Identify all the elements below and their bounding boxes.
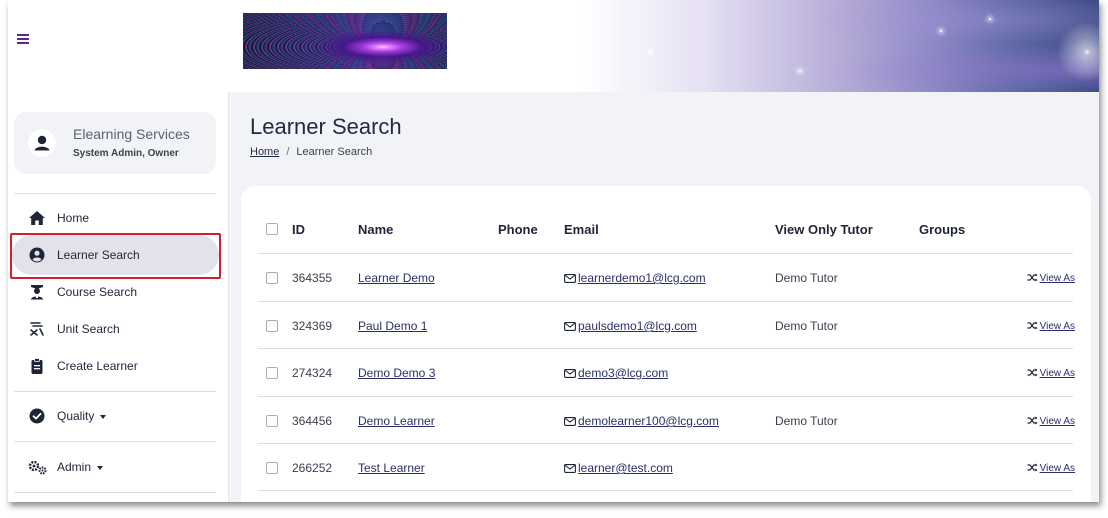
- email-link[interactable]: demo3@lcg.com: [578, 366, 668, 380]
- column-header-phone[interactable]: Phone: [498, 222, 538, 237]
- learner-id: 364355: [292, 271, 333, 285]
- table-divider: [258, 490, 1073, 491]
- sidebar-divider: [14, 441, 216, 442]
- learner-id: 266252: [292, 461, 333, 475]
- envelope-icon: [564, 274, 576, 283]
- shuffle-icon: [1027, 463, 1038, 472]
- sidebar-item-label: Quality: [57, 409, 107, 423]
- email-link[interactable]: demolearner100@lcg.com: [578, 414, 719, 428]
- unit-search-icon: [28, 320, 46, 338]
- learner-email[interactable]: paulsdemo1@lcg.com: [564, 319, 697, 333]
- learner-id: 274324: [292, 366, 333, 380]
- header-space-background: [379, 0, 1099, 92]
- column-header-view-only-tutor[interactable]: View Only Tutor: [775, 222, 873, 237]
- learner-results-card: ID Name Phone Email View Only Tutor Grou…: [241, 186, 1091, 502]
- table-row: 274324 Demo Demo 3 demo3@lcg.com View As: [241, 349, 1091, 396]
- user-circle-icon: [28, 246, 46, 264]
- user-avatar-icon: [28, 129, 56, 157]
- sidebar-item-label: Course Search: [57, 285, 138, 299]
- learner-email[interactable]: learnerdemo1@lcg.com: [564, 271, 706, 285]
- sidebar-item-label: Admin: [57, 460, 104, 474]
- sidebar-divider: [14, 492, 216, 493]
- sidebar-divider: [14, 193, 216, 194]
- learner-name-link[interactable]: Learner Demo: [358, 271, 435, 285]
- shuffle-icon: [1027, 321, 1038, 330]
- learner-id: 364456: [292, 414, 333, 428]
- sidebar-item-home[interactable]: Home: [12, 198, 219, 238]
- table-row: 266252 Test Learner learner@test.com Vie…: [241, 444, 1091, 491]
- sidebar-item-course-search[interactable]: Course Search: [12, 272, 219, 312]
- sidebar-item-unit-search[interactable]: Unit Search: [12, 309, 219, 349]
- envelope-icon: [564, 417, 576, 426]
- sidebar-item-label: Learner Search: [57, 248, 140, 262]
- table-row: 324369 Paul Demo 1 paulsdemo1@lcg.com De…: [241, 302, 1091, 349]
- learner-email[interactable]: demolearner100@lcg.com: [564, 414, 719, 428]
- breadcrumb-home-link[interactable]: Home: [250, 146, 279, 158]
- shuffle-icon: [1027, 273, 1038, 282]
- row-checkbox[interactable]: [266, 367, 278, 379]
- email-link[interactable]: learner@test.com: [578, 461, 673, 475]
- sidebar-item-label: Home: [57, 211, 90, 225]
- learner-name-link[interactable]: Paul Demo 1: [358, 319, 427, 333]
- check-circle-icon: [28, 407, 46, 425]
- sidebar-item-label: Create Learner: [57, 359, 138, 373]
- hamburger-menu-icon[interactable]: [16, 32, 32, 48]
- column-header-name[interactable]: Name: [358, 222, 393, 237]
- view-as-link[interactable]: View As: [1027, 416, 1075, 427]
- select-all-checkbox[interactable]: [266, 223, 278, 235]
- learner-name-link[interactable]: Demo Demo 3: [358, 366, 435, 380]
- learner-name-link[interactable]: Demo Learner: [358, 414, 435, 428]
- sidebar-item-admin[interactable]: Admin: [12, 447, 219, 487]
- learner-tutor: Demo Tutor: [775, 414, 838, 428]
- row-checkbox[interactable]: [266, 415, 278, 427]
- email-link[interactable]: paulsdemo1@lcg.com: [578, 319, 697, 333]
- view-as-link[interactable]: View As: [1027, 273, 1075, 284]
- view-as-link[interactable]: View As: [1027, 321, 1075, 332]
- column-header-email[interactable]: Email: [564, 222, 599, 237]
- learner-name-link[interactable]: Test Learner: [358, 461, 425, 475]
- sidebar-item-create-learner[interactable]: Create Learner: [12, 346, 219, 386]
- user-name: Elearning Services: [73, 126, 190, 142]
- clipboard-icon: [28, 357, 46, 375]
- envelope-icon: [564, 369, 576, 378]
- learner-tutor: Demo Tutor: [775, 319, 838, 333]
- email-link[interactable]: learnerdemo1@lcg.com: [578, 271, 706, 285]
- user-card: Elearning Services System Admin, Owner: [14, 112, 216, 174]
- sidebar-item-learner-search[interactable]: Learner Search: [12, 235, 219, 275]
- sidebar-item-label: Unit Search: [57, 322, 120, 336]
- caret-down-icon: [100, 414, 107, 419]
- caret-down-icon: [97, 465, 104, 470]
- learner-email[interactable]: demo3@lcg.com: [564, 366, 668, 380]
- view-as-link[interactable]: View As: [1027, 368, 1075, 379]
- breadcrumb: Home / Learner Search: [250, 146, 372, 158]
- column-header-groups[interactable]: Groups: [919, 222, 965, 237]
- top-header: [8, 0, 1099, 92]
- user-role: System Admin, Owner: [73, 148, 179, 159]
- row-checkbox[interactable]: [266, 320, 278, 332]
- column-header-id[interactable]: ID: [292, 222, 305, 237]
- header-banner-image: [243, 13, 447, 69]
- learner-id: 324369: [292, 319, 333, 333]
- table-row: 364355 Learner Demo learnerdemo1@lcg.com…: [241, 254, 1091, 301]
- sidebar: Elearning Services System Admin, Owner H…: [8, 92, 229, 502]
- envelope-icon: [564, 322, 576, 331]
- sidebar-item-quality[interactable]: Quality: [12, 396, 219, 436]
- learner-email[interactable]: learner@test.com: [564, 461, 673, 475]
- view-as-link[interactable]: View As: [1027, 463, 1075, 474]
- breadcrumb-separator: /: [286, 146, 290, 158]
- sidebar-divider: [14, 391, 216, 392]
- page-title: Learner Search: [250, 114, 402, 139]
- learner-tutor: Demo Tutor: [775, 271, 838, 285]
- row-checkbox[interactable]: [266, 462, 278, 474]
- app-window: Elearning Services System Admin, Owner H…: [8, 0, 1099, 502]
- table-row: 364456 Demo Learner demolearner100@lcg.c…: [241, 397, 1091, 444]
- row-checkbox[interactable]: [266, 272, 278, 284]
- home-icon: [28, 209, 46, 227]
- shuffle-icon: [1027, 368, 1038, 377]
- breadcrumb-current: Learner Search: [296, 146, 373, 158]
- envelope-icon: [564, 464, 576, 473]
- graduate-icon: [28, 283, 46, 301]
- shuffle-icon: [1027, 416, 1038, 425]
- cogs-icon: [28, 458, 47, 476]
